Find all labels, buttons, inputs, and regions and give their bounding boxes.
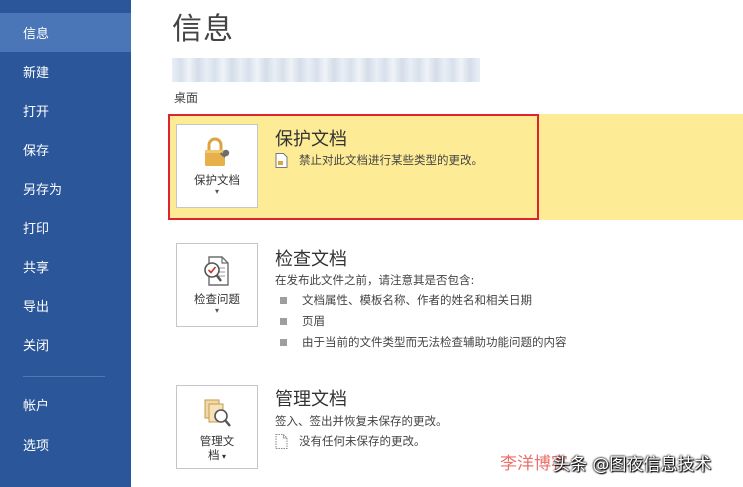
inspect-document-intro: 在发布此文件之前，请注意其是否包含: xyxy=(275,273,475,287)
unsaved-file-icon xyxy=(275,433,288,449)
bullet-icon xyxy=(280,338,287,346)
sidebar-item-export[interactable]: 导出 xyxy=(0,286,131,325)
document-location[interactable]: 桌面 xyxy=(174,89,198,106)
protect-document-title: 保护文档 xyxy=(275,129,347,150)
manage-document-title: 管理文档 xyxy=(275,389,347,410)
manage-document-note: 没有任何未保存的更改。 xyxy=(275,433,426,449)
manage-document-button[interactable]: 管理文 档 ▾ xyxy=(176,385,258,469)
document-path-blurred xyxy=(172,58,480,82)
sidebar-item-account[interactable]: 帐户 xyxy=(0,385,131,424)
sidebar-item-close[interactable]: 关闭 xyxy=(0,325,131,364)
locked-file-icon xyxy=(275,152,288,168)
sidebar-item-share[interactable]: 共享 xyxy=(0,247,131,286)
chevron-down-icon: ▾ xyxy=(219,452,227,461)
bullet-icon xyxy=(280,317,287,325)
list-item: 页眉 xyxy=(275,313,325,329)
protect-document-section: 保护文档 ▾ 保护文档 禁止对此文档进行某些类型的更改。 xyxy=(168,114,743,220)
chevron-down-icon: ▾ xyxy=(214,306,219,315)
protect-document-desc: 禁止对此文档进行某些类型的更改。 xyxy=(275,152,483,168)
sidebar-item-save-as[interactable]: 另存为 xyxy=(0,169,131,208)
sidebar-item-open[interactable]: 打开 xyxy=(0,91,131,130)
list-item: 文档属性、模板名称、作者的姓名和相关日期 xyxy=(275,292,532,308)
chevron-down-icon: ▾ xyxy=(214,187,219,196)
inspect-document-icon xyxy=(204,256,229,286)
sidebar-item-options[interactable]: 选项 xyxy=(0,425,131,464)
manage-document-desc: 签入、签出并恢复未保存的更改。 xyxy=(275,414,448,428)
page-title: 信息 xyxy=(172,12,234,47)
sidebar-item-new[interactable]: 新建 xyxy=(0,52,131,91)
check-for-issues-button[interactable]: 检查问题 ▾ xyxy=(176,243,258,327)
sidebar-divider xyxy=(23,376,105,377)
bullet-icon xyxy=(280,296,287,304)
lock-key-icon xyxy=(205,137,230,166)
sidebar-item-print[interactable]: 打印 xyxy=(0,208,131,247)
backstage-sidebar: 信息 新建 打开 保存 另存为 打印 共享 导出 关闭 帐户 选项 xyxy=(0,0,131,487)
inspect-document-section: 检查问题 ▾ 检查文档 在发布此文件之前，请注意其是否包含: 文档属性、模板名称… xyxy=(168,235,743,365)
inspect-document-title: 检查文档 xyxy=(275,249,347,270)
protect-document-button[interactable]: 保护文档 ▾ xyxy=(176,124,258,208)
manage-document-icon xyxy=(204,399,231,427)
sidebar-item-save[interactable]: 保存 xyxy=(0,130,131,169)
list-item: 由于当前的文件类型而无法检查辅助功能问题的内容 xyxy=(275,334,567,350)
sidebar-item-info[interactable]: 信息 xyxy=(0,13,131,52)
watermark-right: 头条 @图夜信息技术 xyxy=(553,455,712,475)
